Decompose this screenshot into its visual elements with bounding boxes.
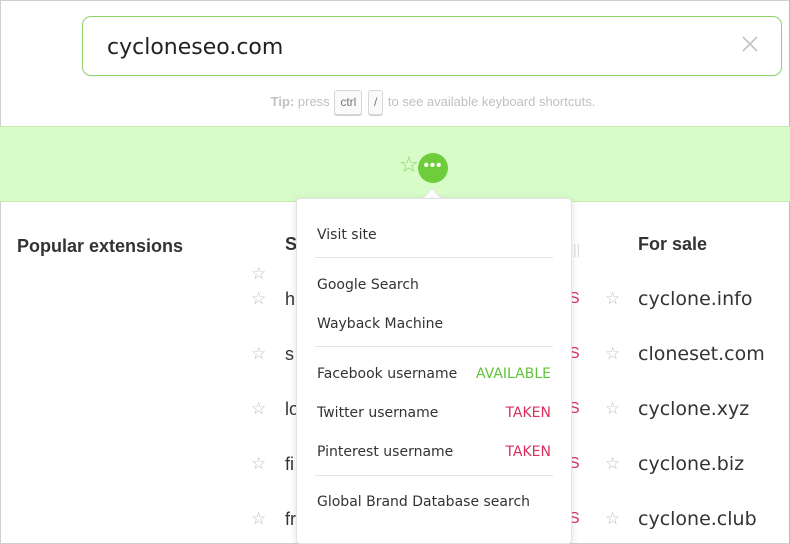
star-icon[interactable]: ☆ — [251, 400, 266, 418]
close-icon[interactable] — [739, 33, 761, 55]
kbd-slash: / — [367, 90, 384, 115]
star-icon[interactable]: ☆ — [251, 345, 266, 363]
facebook-status-badge: AVAILABLE — [475, 366, 551, 382]
for-sale-heading: For sale — [638, 234, 708, 254]
pinterest-status-badge: TAKEN — [505, 444, 551, 460]
star-icon[interactable]: ☆ — [251, 290, 266, 308]
for-sale-domain[interactable]: cyclone.biz — [638, 453, 744, 475]
menu-item-facebook-username[interactable]: Facebook username AVAILABLE — [317, 366, 551, 382]
star-icon[interactable]: ☆ — [605, 400, 620, 418]
for-sale-domain[interactable]: cyclone.xyz — [638, 398, 749, 420]
star-icon[interactable]: ☆ — [251, 510, 266, 528]
search-box[interactable] — [82, 16, 782, 76]
for-sale-domain[interactable]: cloneset.com — [638, 343, 765, 365]
star-icon[interactable]: ☆ — [251, 265, 266, 283]
tip-label: Tip: — [270, 93, 295, 109]
menu-divider — [315, 475, 553, 476]
star-icon[interactable]: ☆ — [605, 345, 620, 363]
menu-item-twitter-username[interactable]: Twitter username TAKEN — [317, 405, 551, 421]
list-item[interactable]: fi — [285, 454, 294, 475]
star-icon[interactable]: ☆ — [605, 455, 620, 473]
tip-after: to see available keyboard shortcuts. — [387, 93, 596, 109]
star-icon[interactable]: ☆ — [605, 510, 620, 528]
column-divider: || — [573, 241, 581, 257]
for-sale-domain[interactable]: cyclone.club — [638, 508, 757, 530]
list-item[interactable]: s — [285, 344, 294, 365]
twitter-status-badge: TAKEN — [505, 405, 551, 421]
menu-item-wayback-machine[interactable]: Wayback Machine — [317, 316, 551, 332]
menu-divider — [315, 257, 553, 258]
list-item[interactable]: fr — [285, 509, 296, 530]
menu-item-google-search[interactable]: Google Search — [317, 277, 551, 293]
tip-before: press — [297, 93, 330, 109]
star-icon[interactable]: ☆ — [251, 455, 266, 473]
facebook-label: Facebook username — [317, 366, 458, 382]
menu-item-visit-site[interactable]: Visit site — [317, 227, 551, 243]
popular-extensions-heading: Popular extensions — [17, 236, 184, 256]
menu-item-pinterest-username[interactable]: Pinterest username TAKEN — [317, 444, 551, 460]
kbd-ctrl: ctrl — [334, 90, 363, 115]
star-icon[interactable]: ☆ — [399, 154, 419, 176]
keyboard-tip: Tip: press ctrl / to see available keybo… — [0, 90, 790, 115]
list-item[interactable]: h — [285, 289, 295, 310]
more-options-menu: Visit site Google Search Wayback Machine… — [296, 198, 572, 544]
star-icon[interactable]: ☆ — [605, 290, 620, 308]
more-options-button[interactable]: ••• — [418, 153, 448, 183]
for-sale-domain[interactable]: cyclone.info — [638, 288, 752, 310]
result-band — [0, 126, 790, 202]
pinterest-label: Pinterest username — [317, 444, 454, 460]
domain-search-input[interactable] — [107, 29, 727, 65]
menu-divider — [315, 346, 553, 347]
menu-item-global-brand-database[interactable]: Global Brand Database search — [317, 494, 551, 510]
twitter-label: Twitter username — [317, 405, 439, 421]
